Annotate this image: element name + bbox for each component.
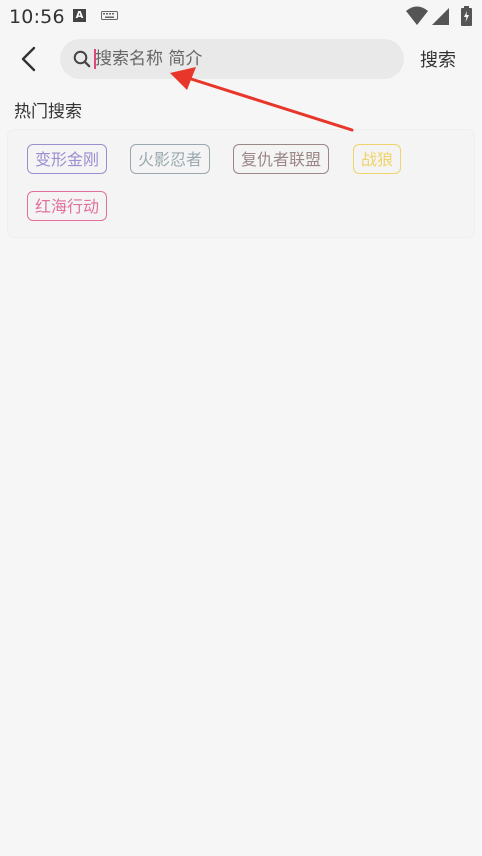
hot-search-tags: 变形金刚 火影忍者 复仇者联盟 战狼 红海行动 — [8, 130, 474, 237]
search-button[interactable]: 搜索 — [420, 46, 456, 72]
signal-icon — [432, 8, 449, 25]
back-icon — [21, 46, 36, 72]
status-bar: 10:56 A — [0, 0, 482, 34]
a-icon: A — [73, 9, 86, 22]
search-box[interactable] — [60, 39, 404, 79]
hot-tag-4[interactable]: 战狼 — [353, 144, 402, 174]
annotation-arrow — [170, 67, 354, 132]
status-time: 10:56 — [9, 6, 65, 28]
hot-tag-2[interactable]: 火影忍者 — [130, 144, 211, 174]
hot-tag-5[interactable]: 红海行动 — [27, 191, 108, 221]
hot-tag-1[interactable]: 变形金刚 — [27, 144, 108, 174]
keyboard-icon — [101, 11, 118, 20]
wifi-icon — [406, 6, 428, 25]
search-icon — [73, 50, 91, 68]
battery-icon — [461, 6, 472, 26]
arrow-shaft — [186, 76, 354, 132]
hot-tag-3[interactable]: 复仇者联盟 — [233, 144, 330, 174]
search-input[interactable] — [95, 39, 385, 79]
back-button[interactable] — [12, 42, 44, 76]
hot-search-title: 热门搜索 — [14, 102, 82, 122]
